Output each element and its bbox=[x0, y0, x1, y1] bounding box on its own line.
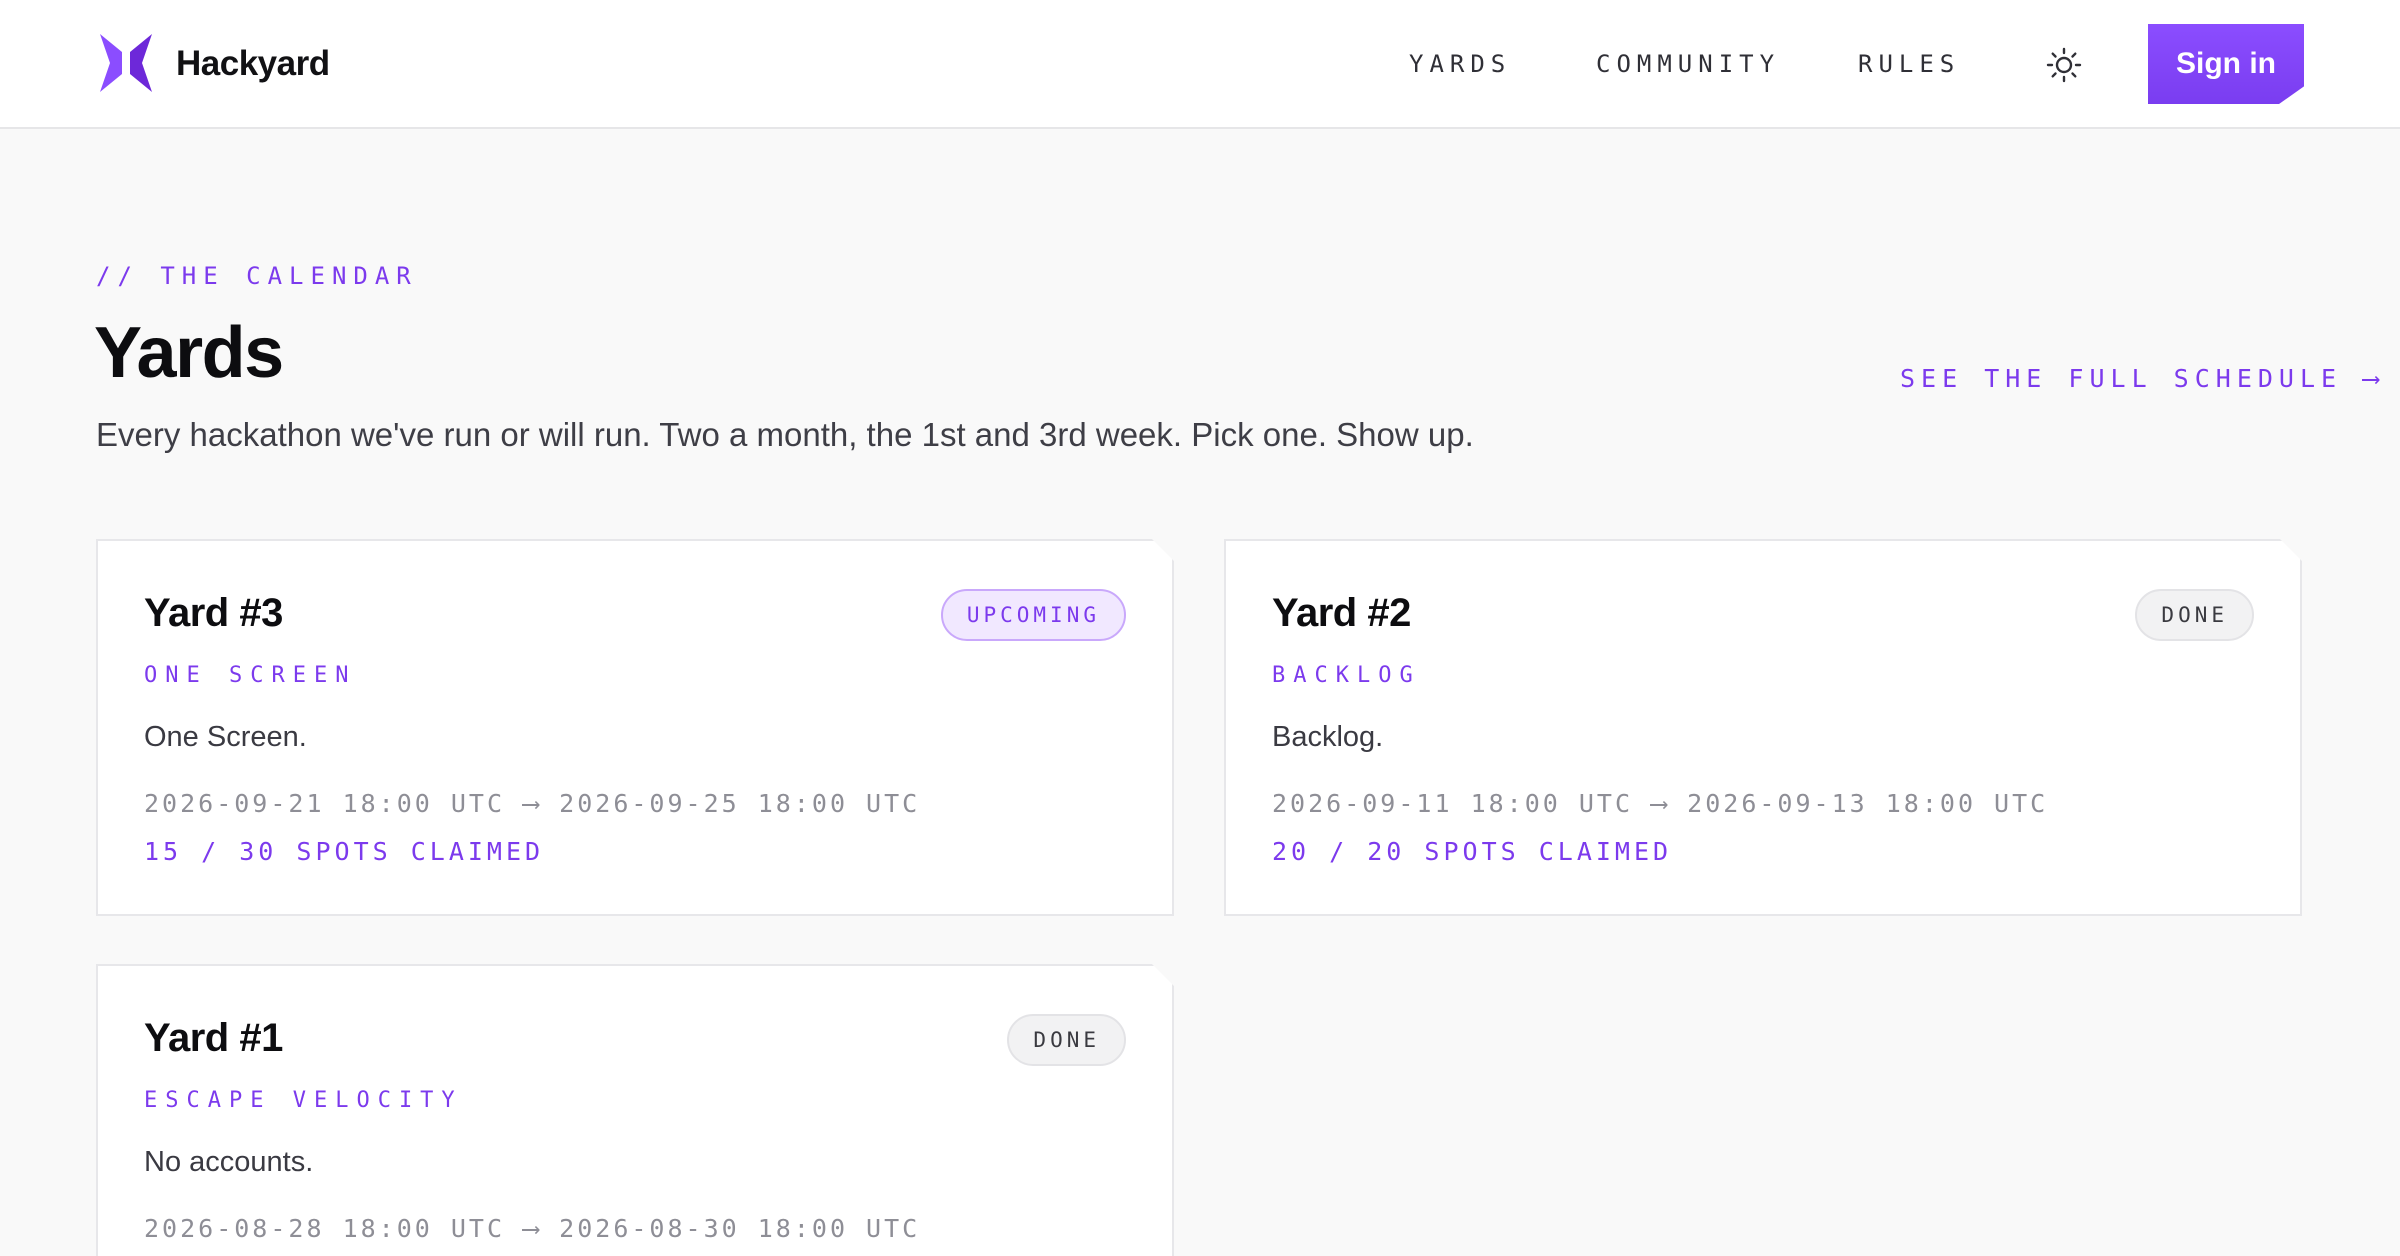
yard-theme: ONE SCREEN bbox=[144, 663, 357, 688]
yard-theme: BACKLOG bbox=[1272, 663, 1421, 688]
sun-icon bbox=[2046, 47, 2082, 83]
yard-dates: 2026-09-21 18:00 UTC ⟶ 2026-09-25 18:00 … bbox=[144, 789, 921, 818]
yard-card-3[interactable]: Yard #3 UPCOMING ONE SCREEN One Screen. … bbox=[96, 539, 1174, 916]
yard-title: Yard #3 bbox=[144, 591, 283, 635]
yard-card-2[interactable]: Yard #2 DONE BACKLOG Backlog. 2026-09-11… bbox=[1224, 539, 2302, 916]
yard-spots: 20 / 20 SPOTS CLAIMED bbox=[1272, 837, 1673, 866]
yard-title: Yard #1 bbox=[144, 1016, 283, 1060]
hackyard-logo-icon bbox=[100, 34, 152, 92]
yard-dates: 2026-09-11 18:00 UTC ⟶ 2026-09-13 18:00 … bbox=[1272, 789, 2049, 818]
yard-spots: 15 / 30 SPOTS CLAIMED bbox=[144, 837, 545, 866]
top-nav-bar: Hackyard YARDS COMMUNITY RULES Sign in bbox=[0, 0, 2400, 129]
yard-description: Backlog. bbox=[1272, 721, 1384, 753]
yard-dates: 2026-08-28 18:00 UTC ⟶ 2026-08-30 18:00 … bbox=[144, 1214, 921, 1243]
section-eyebrow: // THE CALENDAR bbox=[96, 262, 418, 290]
sign-in-button[interactable]: Sign in bbox=[2148, 24, 2304, 104]
brand-name: Hackyard bbox=[176, 44, 330, 83]
theme-toggle-button[interactable] bbox=[2046, 47, 2082, 83]
yard-description: One Screen. bbox=[144, 721, 307, 753]
status-badge: UPCOMING bbox=[941, 589, 1126, 641]
nav-link-rules[interactable]: RULES bbox=[1858, 50, 1960, 78]
full-schedule-link[interactable]: SEE THE FULL SCHEDULE ⟶ bbox=[1900, 364, 2384, 393]
yard-card-1[interactable]: Yard #1 DONE ESCAPE VELOCITY No accounts… bbox=[96, 964, 1174, 1256]
nav-link-yards[interactable]: YARDS bbox=[1409, 50, 1511, 78]
yard-description: No accounts. bbox=[144, 1146, 314, 1178]
yard-title: Yard #2 bbox=[1272, 591, 1411, 635]
page-title: Yards bbox=[94, 313, 284, 393]
page-subtitle: Every hackathon we've run or will run. T… bbox=[96, 416, 1474, 453]
yard-theme: ESCAPE VELOCITY bbox=[144, 1088, 463, 1113]
status-badge: DONE bbox=[2135, 589, 2254, 641]
status-badge: DONE bbox=[1007, 1014, 1126, 1066]
nav-link-community[interactable]: COMMUNITY bbox=[1596, 50, 1780, 78]
